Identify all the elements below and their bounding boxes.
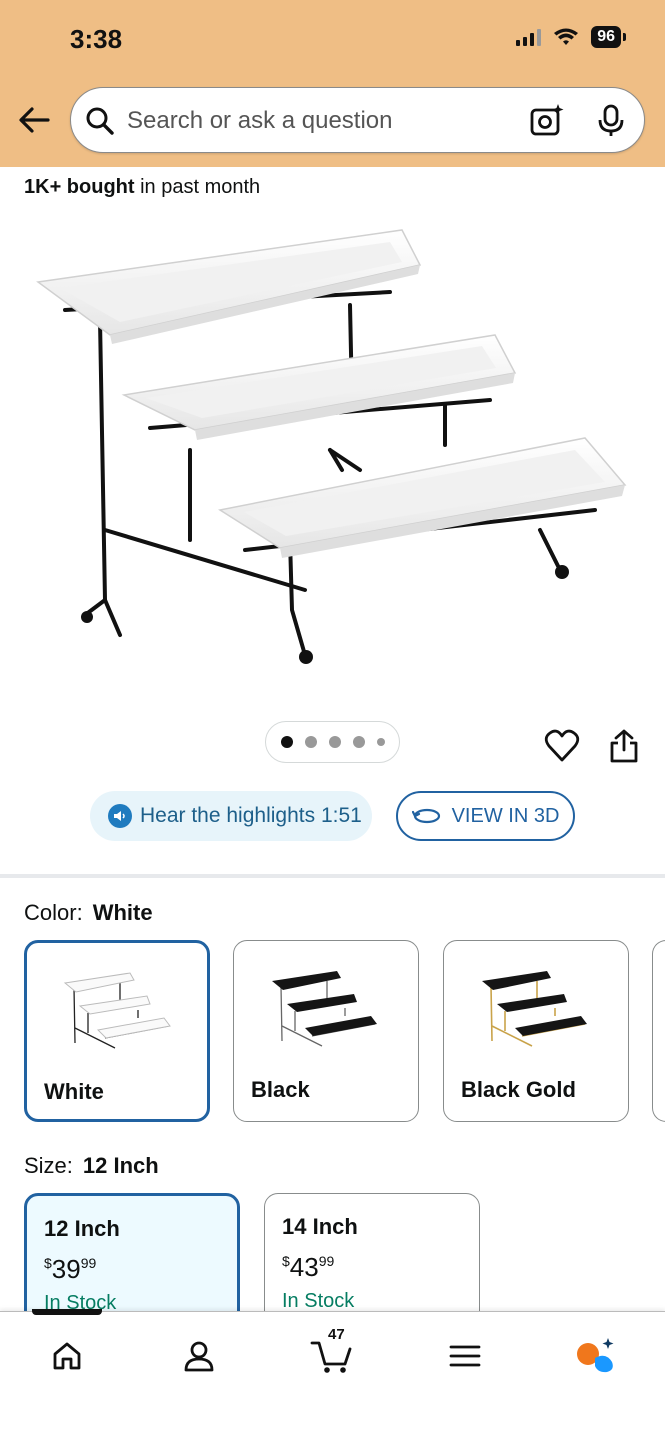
heart-icon[interactable] bbox=[544, 728, 580, 764]
status-icons: 96 bbox=[516, 26, 626, 48]
battery-indicator: 96 bbox=[591, 26, 626, 48]
hear-highlights-label: Hear the highlights 1:51 bbox=[140, 804, 362, 827]
size-label-text: Size: bbox=[24, 1153, 73, 1178]
nav-home[interactable] bbox=[45, 1334, 89, 1378]
microphone-icon[interactable] bbox=[596, 104, 626, 138]
color-label: Color: White bbox=[24, 900, 153, 926]
status-time: 3:38 bbox=[70, 24, 123, 54]
view-in-3d-label: VIEW IN 3D bbox=[451, 804, 560, 827]
hear-highlights-button[interactable]: Hear the highlights 1:51 bbox=[90, 791, 372, 841]
user-icon bbox=[184, 1341, 214, 1372]
price-fraction: 99 bbox=[318, 1253, 335, 1269]
size-option-name: 14 Inch bbox=[282, 1214, 358, 1239]
carousel-dot[interactable] bbox=[376, 738, 385, 746]
color-option-name: White bbox=[44, 1079, 104, 1104]
carousel-dot[interactable] bbox=[352, 736, 365, 748]
nav-assistant[interactable] bbox=[574, 1334, 618, 1378]
rufus-assistant-icon bbox=[577, 1338, 614, 1373]
share-icon[interactable] bbox=[608, 728, 640, 764]
bottom-nav: 47 bbox=[0, 1311, 665, 1440]
search-input[interactable] bbox=[127, 101, 507, 141]
price-currency: $ bbox=[44, 1255, 52, 1271]
nav-menu[interactable] bbox=[443, 1334, 487, 1378]
price-whole: 39 bbox=[51, 1254, 81, 1284]
color-label-text: Color: bbox=[24, 900, 83, 925]
color-option-white[interactable]: White bbox=[24, 940, 210, 1122]
carousel-dot-active[interactable] bbox=[280, 736, 293, 748]
menu-icon bbox=[449, 1345, 481, 1367]
stock-status: In Stock bbox=[282, 1290, 355, 1312]
camera-lens-icon[interactable] bbox=[528, 102, 566, 140]
carousel-dot[interactable] bbox=[328, 736, 341, 748]
search-bar[interactable] bbox=[70, 87, 645, 153]
speaker-icon bbox=[108, 804, 132, 828]
nav-account[interactable] bbox=[177, 1334, 221, 1378]
color-option-name: Black bbox=[251, 1077, 310, 1102]
size-label: Size: 12 Inch bbox=[24, 1153, 159, 1179]
bought-badge: 1K+ bought in past month bbox=[24, 176, 260, 199]
price-whole: 43 bbox=[289, 1252, 319, 1282]
wifi-icon bbox=[554, 28, 579, 45]
price-currency: $ bbox=[282, 1253, 290, 1269]
search-icon bbox=[86, 107, 114, 135]
size-option-price: $3999 bbox=[44, 1254, 96, 1285]
nav-cart[interactable]: 47 bbox=[310, 1326, 354, 1378]
view-in-3d-button[interactable]: VIEW IN 3D bbox=[396, 791, 575, 841]
size-option-name: 12 Inch bbox=[44, 1216, 120, 1241]
signal-icon bbox=[516, 28, 542, 46]
white-stand-thumbnail bbox=[63, 972, 171, 1049]
product-image[interactable] bbox=[30, 210, 640, 690]
color-option-black[interactable]: Black bbox=[233, 940, 419, 1122]
cart-count: 47 bbox=[328, 1326, 345, 1343]
image-carousel-dots[interactable] bbox=[265, 721, 400, 763]
color-selected-value: White bbox=[92, 900, 153, 925]
section-divider bbox=[0, 874, 665, 878]
color-option-black-gold[interactable]: Black Gold bbox=[443, 940, 629, 1122]
header: 3:38 96 bbox=[0, 0, 665, 167]
price-fraction: 99 bbox=[80, 1255, 97, 1271]
bought-count: 1K+ bought bbox=[24, 176, 135, 198]
home-icon bbox=[53, 1342, 81, 1370]
black-gold-stand-thumbnail bbox=[482, 971, 587, 1047]
size-selected-value: 12 Inch bbox=[82, 1153, 159, 1178]
black-stand-thumbnail bbox=[272, 971, 377, 1047]
carousel-dot[interactable] bbox=[304, 736, 317, 748]
bought-period: in past month bbox=[140, 176, 261, 198]
color-option-name: Black Gold bbox=[461, 1077, 576, 1102]
back-arrow-icon[interactable] bbox=[14, 100, 54, 140]
color-option-more[interactable] bbox=[652, 940, 665, 1122]
rotate-3d-icon bbox=[411, 808, 440, 824]
size-option-price: $4399 bbox=[282, 1252, 334, 1283]
nav-active-indicator bbox=[32, 1309, 102, 1315]
